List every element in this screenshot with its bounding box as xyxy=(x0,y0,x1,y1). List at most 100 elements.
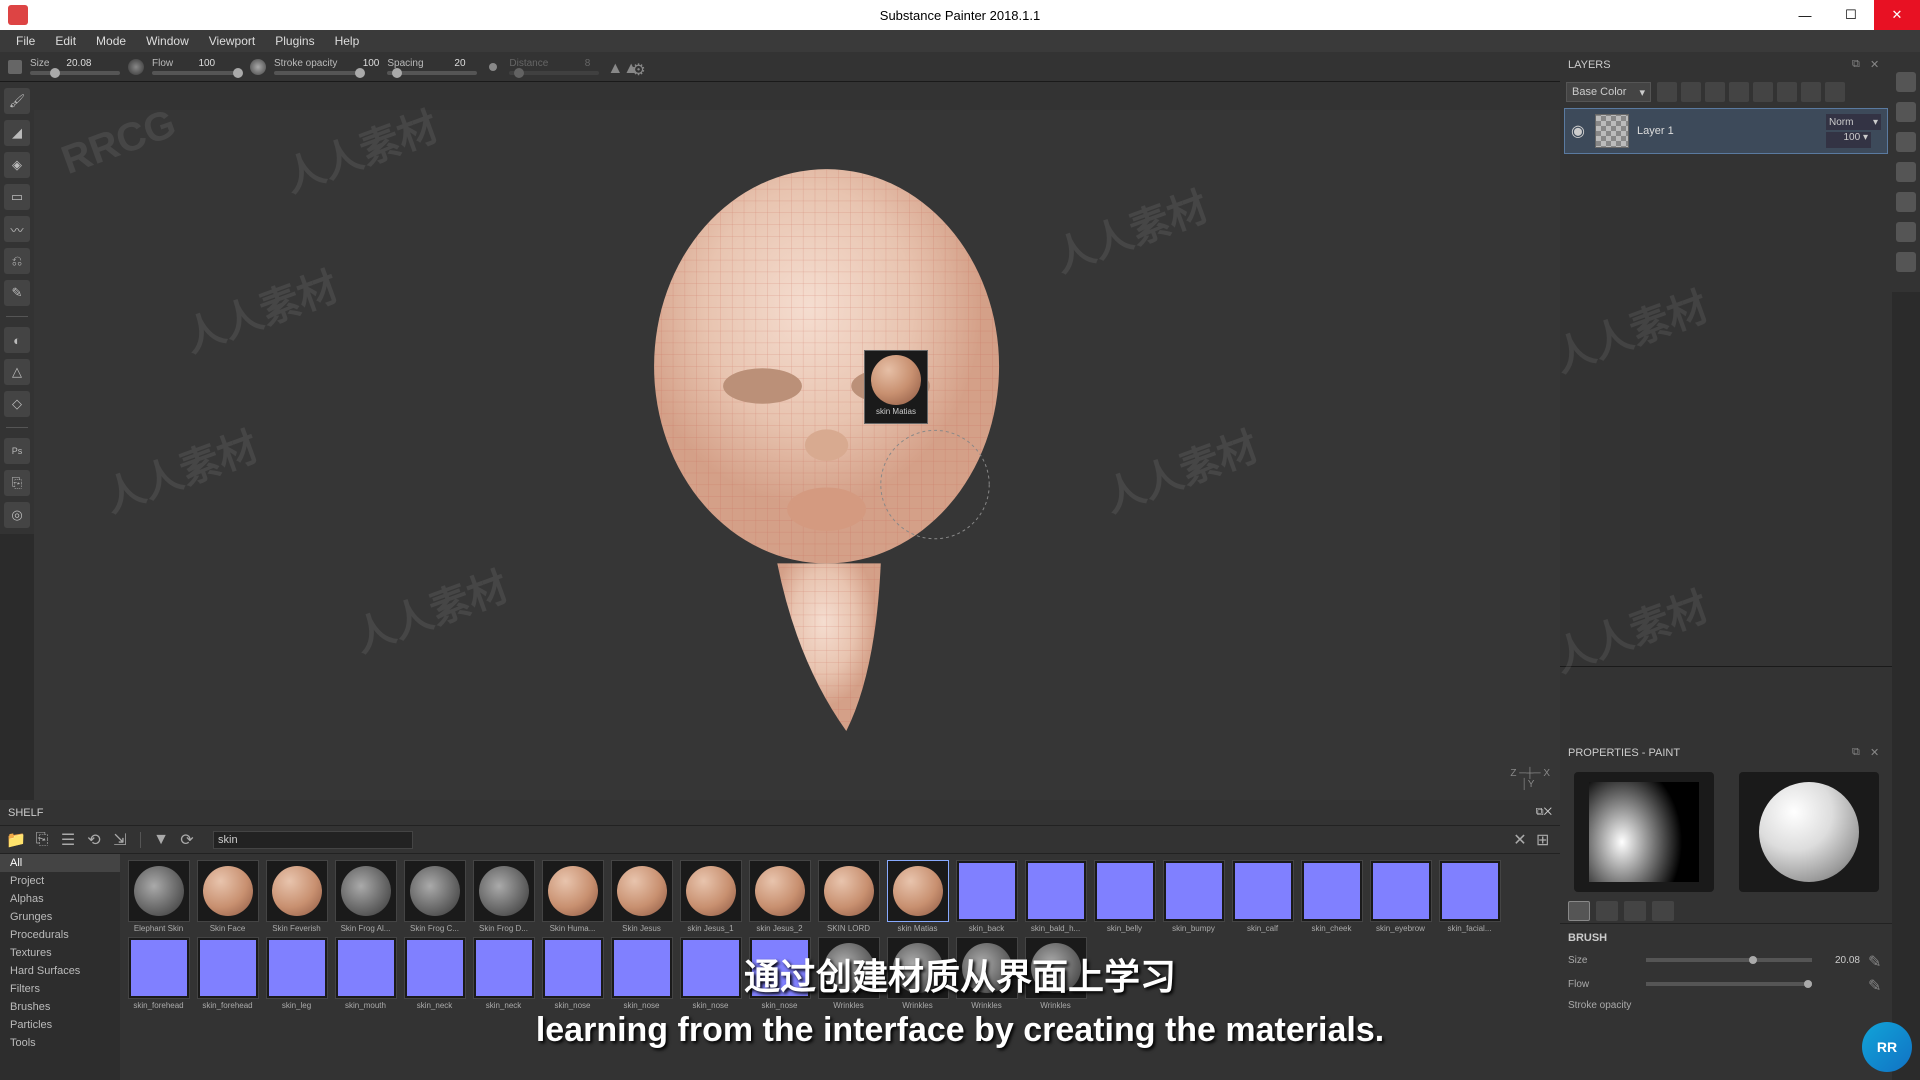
shelf-item[interactable]: Skin Jesus xyxy=(609,860,674,933)
delete-layer-icon[interactable] xyxy=(1801,82,1821,102)
menu-help[interactable]: Help xyxy=(325,34,370,48)
close-button[interactable]: ✕ xyxy=(1874,0,1920,30)
shelf-item[interactable]: skin Jesus_1 xyxy=(678,860,743,933)
brush-alpha-preview[interactable] xyxy=(1574,772,1714,892)
shelf-item[interactable]: skin_nose xyxy=(678,937,743,1010)
menu-plugins[interactable]: Plugins xyxy=(265,34,324,48)
texture-set-list-icon[interactable] xyxy=(1896,72,1916,92)
shelf-item[interactable]: Skin Frog C... xyxy=(402,860,467,933)
clone-tool[interactable]: ⎌ xyxy=(4,248,30,274)
brush-size-slider[interactable] xyxy=(1646,958,1812,962)
symmetry-icon[interactable]: ▲▲ xyxy=(607,60,623,74)
eraser-tool[interactable]: ◢ xyxy=(4,120,30,146)
spacing-slider[interactable] xyxy=(387,71,477,75)
layer-name[interactable]: Layer 1 xyxy=(1637,125,1818,137)
filter-icon[interactable]: ▼ xyxy=(151,830,171,850)
shelf-item[interactable]: skin Jesus_2 xyxy=(747,860,812,933)
shelf-search-input[interactable] xyxy=(213,831,413,849)
shelf-cat-grunges[interactable]: Grunges xyxy=(0,908,120,926)
shelf-item[interactable]: Skin Frog D... xyxy=(471,860,536,933)
shelf-item[interactable]: skin_back xyxy=(954,860,1019,933)
flow-slider[interactable] xyxy=(152,71,242,75)
shelf-item[interactable]: skin_calf xyxy=(1230,860,1295,933)
material-picker-tool[interactable]: ✎ xyxy=(4,280,30,306)
log-icon[interactable] xyxy=(1896,162,1916,182)
folder-icon[interactable]: 📁 xyxy=(6,830,26,850)
maximize-button[interactable]: ☐ xyxy=(1828,0,1874,30)
shelf-item[interactable]: SKIN LORD xyxy=(816,860,881,933)
link-icon[interactable]: ⟲ xyxy=(84,830,104,850)
shelf-item[interactable]: Skin Frog Al... xyxy=(333,860,398,933)
shelf-item[interactable]: Skin Face xyxy=(195,860,260,933)
blend-mode-select[interactable]: Norm▾ xyxy=(1826,114,1881,130)
undock-icon[interactable]: ⧉ xyxy=(1852,746,1866,760)
flow-value[interactable]: 100 xyxy=(179,58,215,69)
add-fill-icon[interactable] xyxy=(1729,82,1749,102)
resources-icon[interactable]: ◎ xyxy=(4,502,30,528)
close-panel-icon[interactable]: ✕ xyxy=(1544,806,1552,818)
3d-viewport[interactable]: skin Matias Z ─┼─ X │Y xyxy=(34,110,1560,800)
refresh-icon[interactable]: ⟳ xyxy=(177,830,197,850)
list-icon[interactable]: ☰ xyxy=(58,830,78,850)
export-icon[interactable]: ⎘ xyxy=(4,470,30,496)
shelf-item[interactable]: skin_cheek xyxy=(1299,860,1364,933)
shelf-item[interactable]: Skin Feverish xyxy=(264,860,329,933)
layers-panel-icon[interactable] xyxy=(1896,102,1916,122)
shelf-item[interactable]: skin_neck xyxy=(471,937,536,1010)
shelf-cat-textures[interactable]: Textures xyxy=(0,944,120,962)
alpha-tab[interactable] xyxy=(1596,901,1618,921)
layer-thumbnail[interactable] xyxy=(1595,114,1629,148)
viewer-settings-icon[interactable] xyxy=(1896,192,1916,212)
shelf-item[interactable]: skin_forehead xyxy=(126,937,191,1010)
shelf-item[interactable]: skin_neck xyxy=(402,937,467,1010)
ps-icon[interactable]: Ps xyxy=(4,438,30,464)
size-slider[interactable] xyxy=(30,71,120,75)
projection-tool[interactable]: ◈ xyxy=(4,152,30,178)
undock-icon[interactable]: ⧉ xyxy=(1536,806,1544,818)
channel-select[interactable]: Base Color▾ xyxy=(1566,82,1651,102)
brush-tab[interactable] xyxy=(1568,901,1590,921)
shelf-cat-alphas[interactable]: Alphas xyxy=(0,890,120,908)
add-layer-icon[interactable] xyxy=(1705,82,1725,102)
download-icon[interactable]: ⇲ xyxy=(110,830,130,850)
baking-icon[interactable]: △ xyxy=(4,359,30,385)
menu-viewport[interactable]: Viewport xyxy=(199,34,265,48)
close-panel-icon[interactable]: ✕ xyxy=(1870,58,1884,72)
brush-size-value[interactable]: 20.08 xyxy=(1820,955,1860,966)
spacing-value[interactable]: 20 xyxy=(430,58,466,69)
shelf-item[interactable]: skin_mouth xyxy=(333,937,398,1010)
shelf-item[interactable]: skin_bald_h... xyxy=(1023,860,1088,933)
add-mask-icon[interactable] xyxy=(1681,82,1701,102)
quick-mask-tool[interactable]: ◐ xyxy=(4,327,30,353)
material-preview[interactable] xyxy=(1739,772,1879,892)
minimize-button[interactable]: — xyxy=(1782,0,1828,30)
shelf-item[interactable]: skin_eyebrow xyxy=(1368,860,1433,933)
more-icon[interactable] xyxy=(1825,82,1845,102)
menu-file[interactable]: File xyxy=(6,34,45,48)
undock-icon[interactable]: ⧉ xyxy=(1852,58,1866,72)
add-effect-icon[interactable] xyxy=(1657,82,1677,102)
iray-icon[interactable]: ◇ xyxy=(4,391,30,417)
shelf-cat-all[interactable]: All xyxy=(0,854,120,872)
close-panel-icon[interactable]: ✕ xyxy=(1870,746,1884,760)
pressure-icon[interactable]: ✎ xyxy=(1868,952,1884,968)
brush-flow-slider[interactable] xyxy=(1646,982,1812,986)
shader-settings-icon[interactable] xyxy=(1896,252,1916,272)
history-icon[interactable] xyxy=(1896,132,1916,152)
size-value[interactable]: 20.08 xyxy=(55,58,91,69)
grid-view-icon[interactable]: ⊞ xyxy=(1536,830,1554,848)
shelf-item[interactable]: skin_facial... xyxy=(1437,860,1502,933)
shelf-cat-brushes[interactable]: Brushes xyxy=(0,998,120,1016)
shelf-cat-particles[interactable]: Particles xyxy=(0,1016,120,1034)
shelf-item[interactable]: skin_bumpy xyxy=(1161,860,1226,933)
shelf-item[interactable]: skin Matias xyxy=(885,860,950,933)
clear-search-icon[interactable]: ✕ xyxy=(1510,830,1530,850)
smudge-tool[interactable]: 〰 xyxy=(4,216,30,242)
grid-icon[interactable] xyxy=(8,60,22,74)
display-settings-icon[interactable] xyxy=(1896,222,1916,242)
layer-opacity[interactable]: 100 ▾ xyxy=(1826,132,1871,148)
shelf-item[interactable]: skin_nose xyxy=(609,937,674,1010)
shelf-cat-procedurals[interactable]: Procedurals xyxy=(0,926,120,944)
shelf-item[interactable]: skin_nose xyxy=(540,937,605,1010)
import-icon[interactable]: ⎘ xyxy=(32,830,52,850)
